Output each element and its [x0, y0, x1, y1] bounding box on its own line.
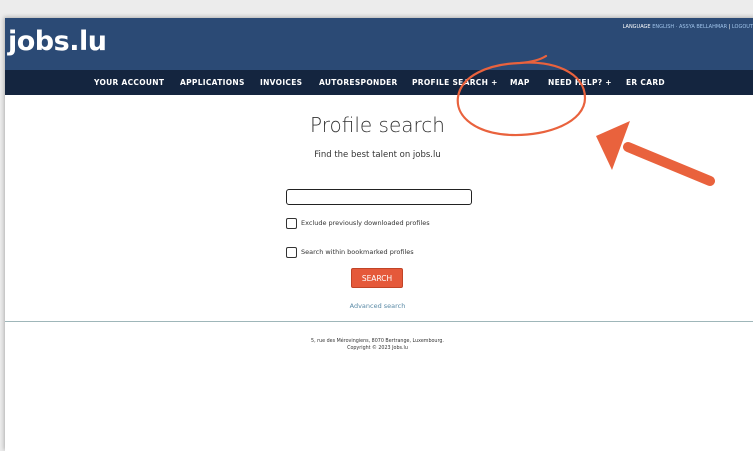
nav-your-account[interactable]: YOUR ACCOUNT [94, 78, 164, 87]
top-links-separator-2: | [728, 24, 731, 30]
nav-applications[interactable]: APPLICATIONS [180, 78, 245, 87]
main-nav: YOUR ACCOUNT APPLICATIONS INVOICES AUTOR… [5, 70, 753, 95]
advanced-search-link[interactable]: Advanced search [5, 302, 750, 310]
footer-address: 5, rue des Mérovingiens, 8070 Bertrange,… [311, 339, 444, 344]
nav-need-help[interactable]: NEED HELP? + [548, 78, 612, 87]
profile-search-input[interactable] [286, 189, 472, 205]
user-name-link[interactable]: ASSYA BELLAHMAR [679, 24, 727, 30]
nav-invoices[interactable]: INVOICES [260, 78, 302, 87]
footer-divider [5, 321, 753, 322]
top-links: LANGUAGE ENGLISH · ASSYA BELLAHMAR | LOG… [623, 24, 753, 30]
language-selector[interactable]: ENGLISH [652, 24, 674, 30]
page-title: Profile search [310, 113, 445, 137]
search-button[interactable]: SEARCH [351, 268, 403, 288]
page-subtitle: Find the best talent on jobs.lu [314, 150, 441, 160]
footer-copyright: Copyright © 2023 Jobs.lu [347, 346, 408, 351]
language-label: LANGUAGE [622, 24, 651, 30]
browser-page: jobs.lu LANGUAGE ENGLISH · ASSYA BELLAHM… [5, 18, 753, 451]
checkbox-icon[interactable] [286, 247, 297, 258]
nav-map[interactable]: MAP [510, 78, 530, 87]
site-header: jobs.lu LANGUAGE ENGLISH · ASSYA BELLAHM… [5, 18, 753, 70]
top-links-separator: · [675, 24, 678, 30]
exclude-downloaded-label[interactable]: Exclude previously downloaded profiles [301, 219, 430, 227]
nav-profile-search[interactable]: PROFILE SEARCH + [412, 78, 498, 87]
site-footer: 5, rue des Mérovingiens, 8070 Bertrange,… [5, 338, 750, 352]
checkbox-icon[interactable] [286, 218, 297, 229]
site-logo[interactable]: jobs.lu [8, 26, 107, 57]
bookmarked-profiles-label[interactable]: Search within bookmarked profiles [301, 248, 414, 256]
nav-autoresponder[interactable]: AUTORESPONDER [319, 78, 398, 87]
nav-er-card[interactable]: ER CARD [626, 78, 665, 87]
logout-link[interactable]: LOGOUT [732, 24, 753, 30]
